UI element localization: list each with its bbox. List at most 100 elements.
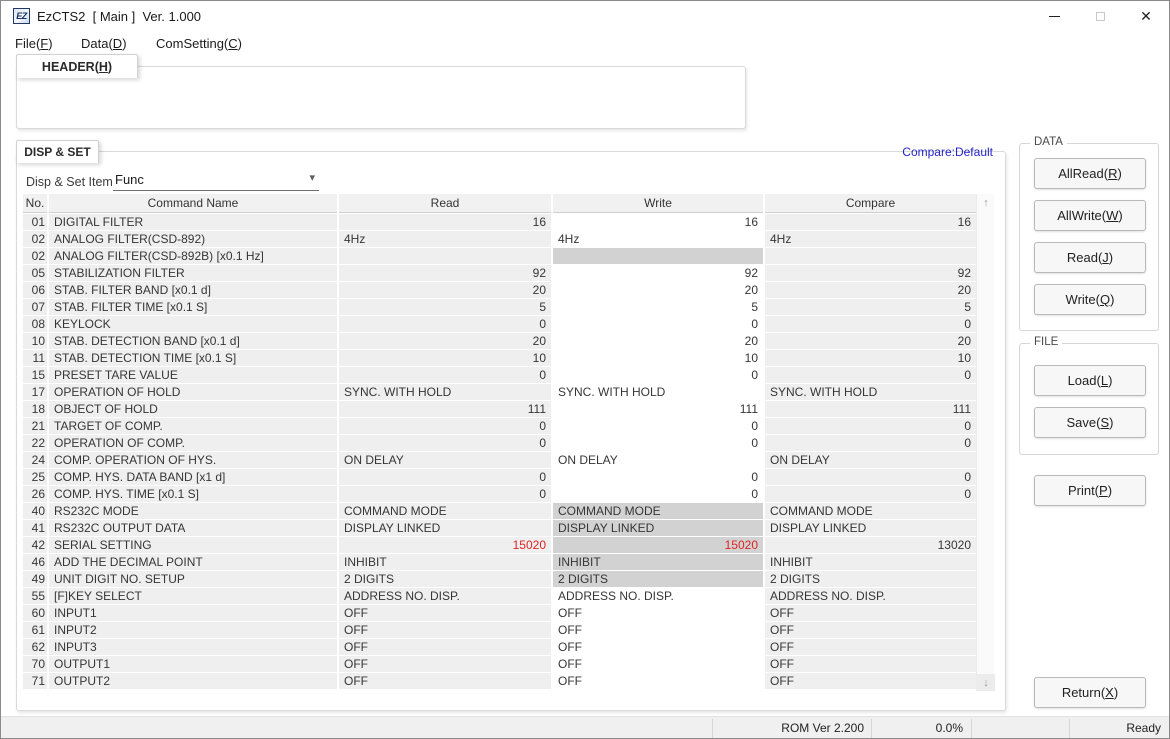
table-row: 11STAB. DETECTION TIME [x0.1 S]101010 xyxy=(23,350,976,366)
table-row: 07STAB. FILTER TIME [x0.1 S]555 xyxy=(23,299,976,315)
cell-name: INPUT1 xyxy=(49,605,337,621)
cell-compare: OFF xyxy=(765,622,976,638)
table-row: 17OPERATION OF HOLDSYNC. WITH HOLDSYNC. … xyxy=(23,384,976,400)
cell-no: 62 xyxy=(23,639,47,655)
cell-write[interactable]: SYNC. WITH HOLD xyxy=(553,384,763,400)
allwrite-button[interactable]: AllWrite(W) xyxy=(1034,200,1146,231)
cell-read: 0 xyxy=(339,486,551,502)
cell-read: 2 DIGITS xyxy=(339,571,551,587)
status-divider xyxy=(871,719,872,739)
cell-write[interactable]: OFF xyxy=(553,622,763,638)
scroll-up-icon[interactable]: ↑ xyxy=(977,194,995,211)
read-button[interactable]: Read(J) xyxy=(1034,242,1146,273)
cell-no: 42 xyxy=(23,537,47,553)
cell-read: 5 xyxy=(339,299,551,315)
cell-read: 4Hz xyxy=(339,231,551,247)
cell-name: UNIT DIGIT NO. SETUP xyxy=(49,571,337,587)
menu-file[interactable]: File(F) xyxy=(11,34,57,53)
cell-compare: INHIBIT xyxy=(765,554,976,570)
cell-write[interactable]: 0 xyxy=(553,435,763,451)
cell-no: 15 xyxy=(23,367,47,383)
cell-name: OPERATION OF COMP. xyxy=(49,435,337,451)
close-button[interactable]: ✕ xyxy=(1123,1,1169,31)
cell-write[interactable]: 92 xyxy=(553,265,763,281)
tab-disp-set[interactable]: DISP & SET xyxy=(16,140,99,163)
table-scrollbar[interactable]: ↑ ↓ xyxy=(976,194,994,691)
tab-header[interactable]: HEADER(H) xyxy=(16,54,138,78)
load-button[interactable]: Load(L) xyxy=(1034,365,1146,396)
cell-compare xyxy=(765,248,976,264)
cell-read: 0 xyxy=(339,469,551,485)
cell-read: 0 xyxy=(339,435,551,451)
cell-write[interactable]: OFF xyxy=(553,656,763,672)
cell-write[interactable]: 20 xyxy=(553,333,763,349)
allread-button[interactable]: AllRead(R) xyxy=(1034,158,1146,189)
table-row: 61INPUT2OFFOFFOFF xyxy=(23,622,976,638)
compare-default-link[interactable]: Compare:Default xyxy=(902,145,993,159)
cell-write[interactable]: 20 xyxy=(553,282,763,298)
combobox-value: Func xyxy=(115,172,144,187)
table-row: 06STAB. FILTER BAND [x0.1 d]202020 xyxy=(23,282,976,298)
cell-compare: 20 xyxy=(765,333,976,349)
ready-status-text: Ready xyxy=(1065,721,1161,735)
cell-write[interactable]: 16 xyxy=(553,214,763,230)
cell-write[interactable]: 111 xyxy=(553,401,763,417)
cell-name: KEYLOCK xyxy=(49,316,337,332)
table-row: 60INPUT1OFFOFFOFF xyxy=(23,605,976,621)
cell-no: 24 xyxy=(23,452,47,468)
cell-write[interactable]: OFF xyxy=(553,639,763,655)
cell-read: OFF xyxy=(339,673,551,689)
print-button[interactable]: Print(P) xyxy=(1034,475,1146,506)
menu-comsetting[interactable]: ComSetting(C) xyxy=(152,34,246,53)
cell-name: ANALOG FILTER(CSD-892B) [x0.1 Hz] xyxy=(49,248,337,264)
scroll-down-icon[interactable]: ↓ xyxy=(977,674,995,691)
menu-data[interactable]: Data(D) xyxy=(77,34,131,53)
cell-no: 02 xyxy=(23,248,47,264)
table-row: 22OPERATION OF COMP.000 xyxy=(23,435,976,451)
table-row: 08KEYLOCK000 xyxy=(23,316,976,332)
table-row: 49UNIT DIGIT NO. SETUP2 DIGITS2 DIGITS2 … xyxy=(23,571,976,587)
cell-compare: 0 xyxy=(765,435,976,451)
cell-name: OUTPUT2 xyxy=(49,673,337,689)
cell-write: DISPLAY LINKED xyxy=(553,520,763,536)
cell-write[interactable]: 5 xyxy=(553,299,763,315)
table-row: 41RS232C OUTPUT DATADISPLAY LINKEDDISPLA… xyxy=(23,520,976,536)
minimize-button[interactable] xyxy=(1031,1,1077,31)
close-icon: ✕ xyxy=(1140,8,1152,25)
cell-name: INPUT2 xyxy=(49,622,337,638)
cell-read: 20 xyxy=(339,282,551,298)
cell-write[interactable]: OFF xyxy=(553,605,763,621)
cell-write[interactable]: 4Hz xyxy=(553,231,763,247)
cell-no: 41 xyxy=(23,520,47,536)
cell-read: 0 xyxy=(339,316,551,332)
chevron-down-icon: ▾ xyxy=(309,171,315,184)
cell-name: STAB. FILTER TIME [x0.1 S] xyxy=(49,299,337,315)
cell-write[interactable]: 0 xyxy=(553,418,763,434)
cell-no: 46 xyxy=(23,554,47,570)
cell-write[interactable]: 0 xyxy=(553,486,763,502)
cell-compare: 13020 xyxy=(765,537,976,553)
cell-write[interactable]: 10 xyxy=(553,350,763,366)
cell-write[interactable]: OFF xyxy=(553,673,763,689)
return-button[interactable]: Return(X) xyxy=(1034,677,1146,708)
cell-compare: 0 xyxy=(765,367,976,383)
progress-text: 0.0% xyxy=(875,721,963,735)
cell-read: 16 xyxy=(339,214,551,230)
cell-write[interactable]: 0 xyxy=(553,367,763,383)
disp-set-item-combobox[interactable]: Func ▾ xyxy=(113,168,319,191)
cell-read: INHIBIT xyxy=(339,554,551,570)
table-header-row: No. Command Name Read Write Compare xyxy=(23,194,976,213)
cell-name: OUTPUT1 xyxy=(49,656,337,672)
cell-read: 10 xyxy=(339,350,551,366)
cell-write[interactable]: 0 xyxy=(553,469,763,485)
save-button[interactable]: Save(S) xyxy=(1034,407,1146,438)
write-button[interactable]: Write(Q) xyxy=(1034,284,1146,315)
cell-write[interactable]: ADDRESS NO. DISP. xyxy=(553,588,763,604)
cell-no: 61 xyxy=(23,622,47,638)
file-groupbox: FILE xyxy=(1019,343,1159,455)
data-group-label: DATA xyxy=(1030,136,1067,148)
cell-write[interactable]: ON DELAY xyxy=(553,452,763,468)
cell-no: 25 xyxy=(23,469,47,485)
cell-write[interactable]: 0 xyxy=(553,316,763,332)
cell-no: 49 xyxy=(23,571,47,587)
